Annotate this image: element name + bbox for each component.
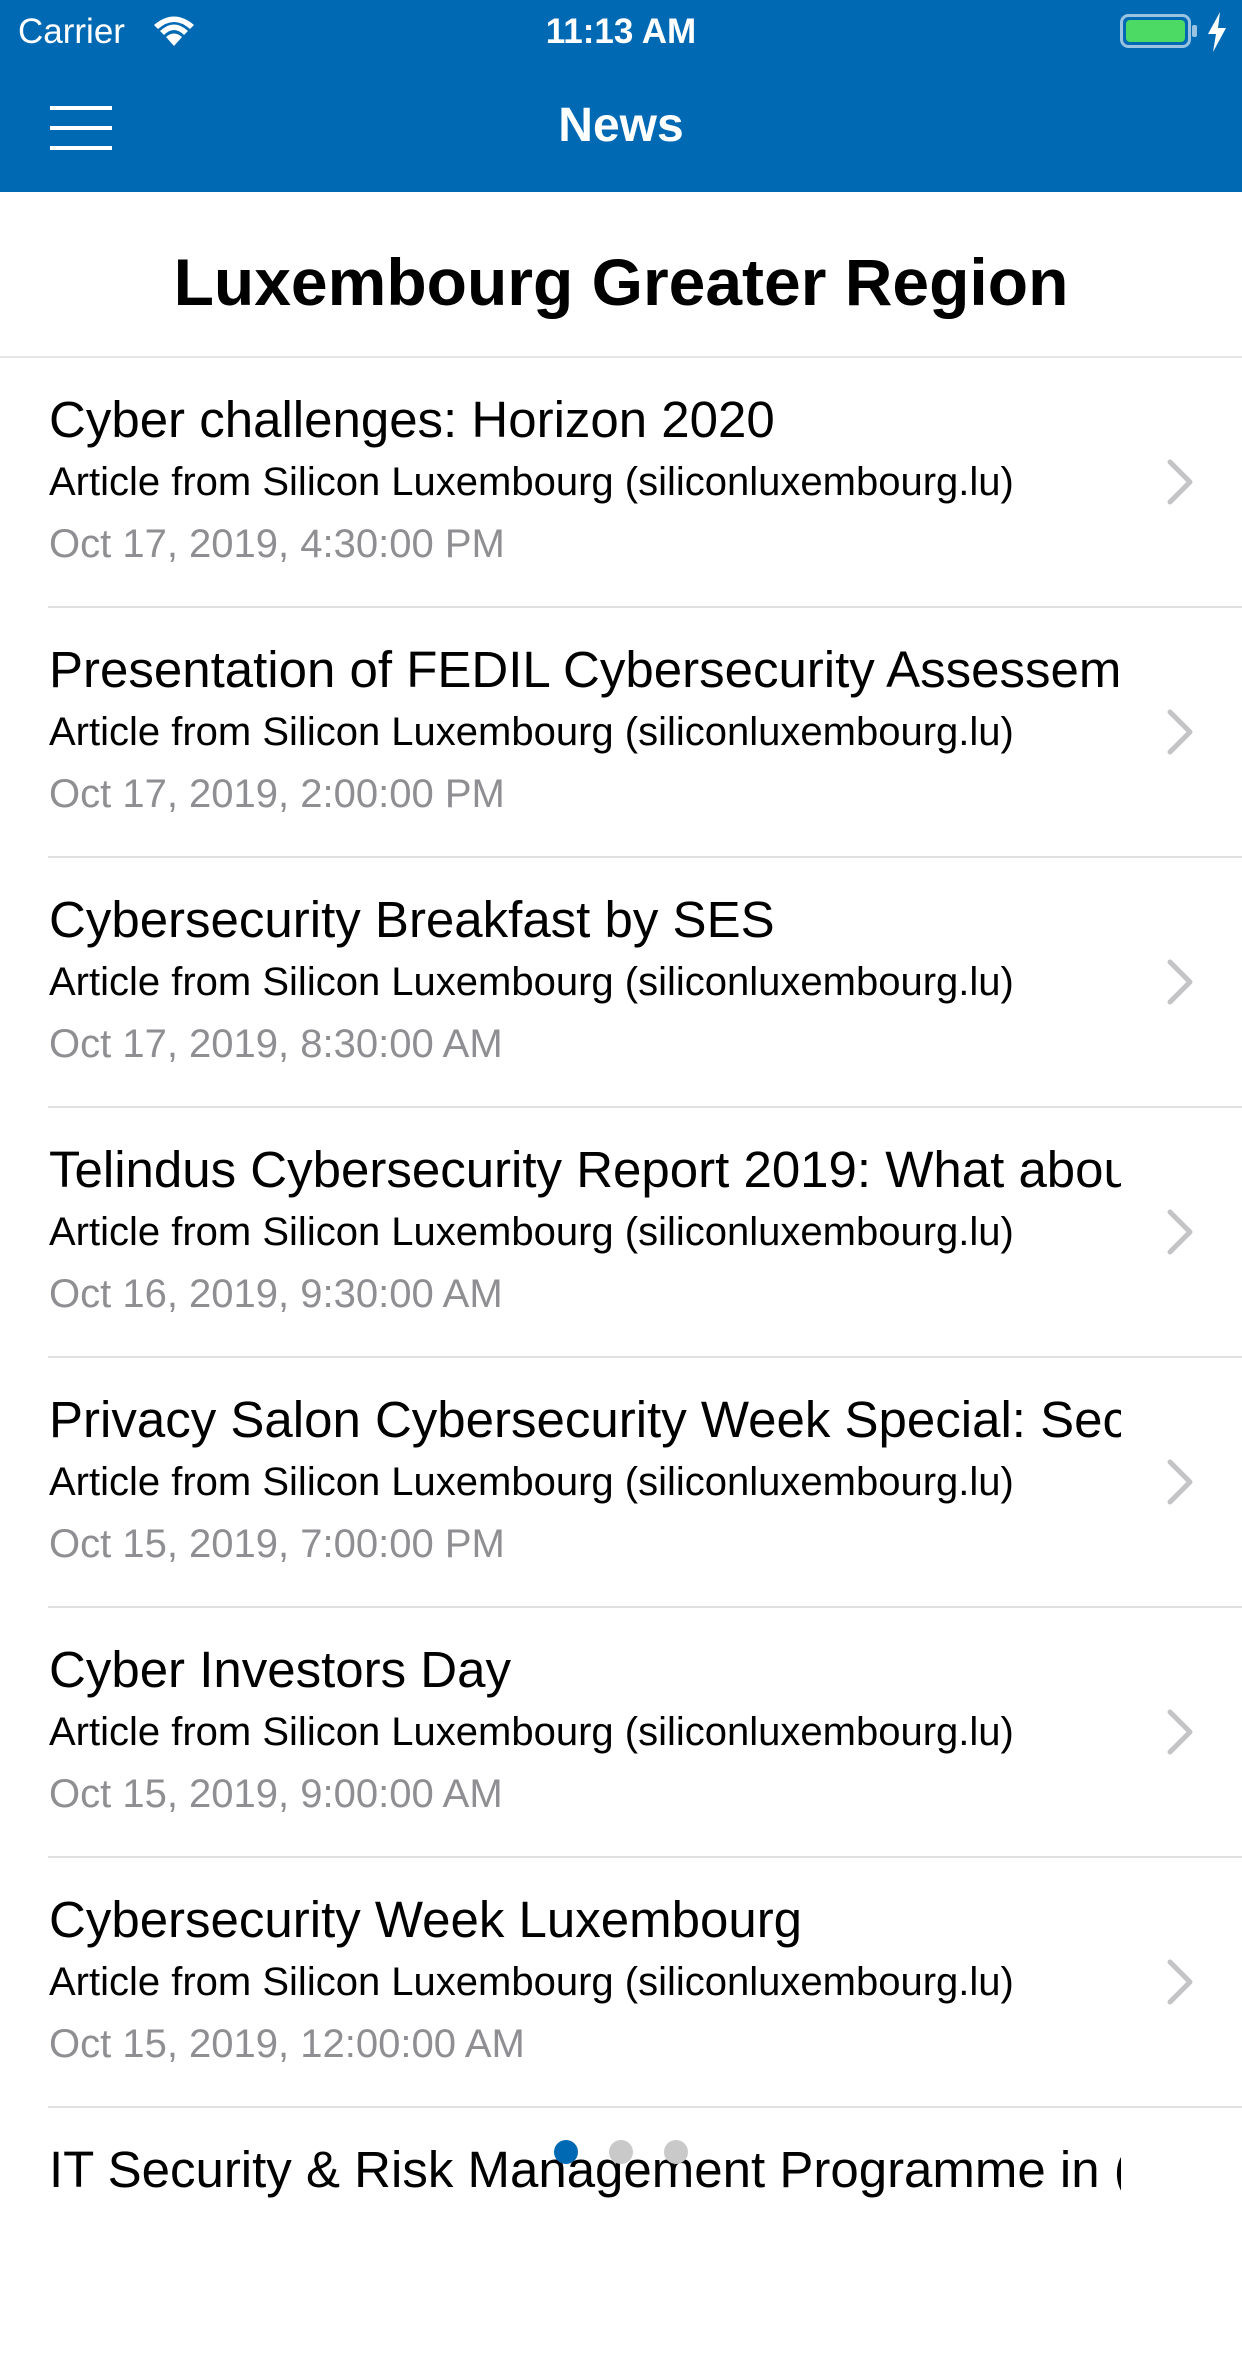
battery-icon bbox=[1120, 14, 1197, 48]
news-list-item[interactable]: Privacy Salon Cybersecurity Week Special… bbox=[48, 1358, 1242, 1608]
news-item-title: Cyber Investors Day bbox=[49, 1641, 511, 1698]
news-list-item[interactable]: Telindus Cybersecurity Report 2019: What… bbox=[48, 1108, 1242, 1358]
news-item-source: Article from Silicon Luxembourg (silicon… bbox=[49, 1960, 1014, 2004]
charging-bolt-icon bbox=[1208, 12, 1226, 52]
page-title: Luxembourg Greater Region bbox=[173, 245, 1069, 319]
chevron-right-icon bbox=[1167, 1459, 1193, 1505]
battery-level bbox=[1126, 20, 1185, 42]
chevron-right-icon bbox=[1167, 1959, 1193, 2005]
news-item-date: Oct 17, 2019, 4:30:00 PM bbox=[49, 522, 505, 566]
news-item-title: Telindus Cybersecurity Report 2019: What… bbox=[49, 1141, 1121, 1198]
news-item-source: Article from Silicon Luxembourg (silicon… bbox=[49, 1710, 1014, 1754]
news-item-date: Oct 15, 2019, 9:00:00 AM bbox=[49, 1772, 503, 1816]
news-item-title: Presentation of FEDIL Cybersecurity Asse… bbox=[49, 641, 1121, 698]
chevron-right-icon bbox=[1167, 959, 1193, 1005]
nav-title: News bbox=[558, 99, 684, 152]
chevron-right-icon bbox=[1167, 459, 1193, 505]
news-item-source: Article from Silicon Luxembourg (silicon… bbox=[49, 460, 1014, 504]
chevron-right-icon bbox=[1167, 1209, 1193, 1255]
news-item-date: Oct 15, 2019, 7:00:00 PM bbox=[49, 1522, 505, 1566]
status-time: 11:13 AM bbox=[545, 12, 697, 51]
page-dot-active[interactable] bbox=[554, 2140, 578, 2164]
news-item-source: Article from Silicon Luxembourg (silicon… bbox=[49, 710, 1014, 754]
news-item-source: Article from Silicon Luxembourg (silicon… bbox=[49, 960, 1014, 1004]
news-item-title: Privacy Salon Cybersecurity Week Special… bbox=[49, 1391, 1121, 1448]
news-item-date: Oct 17, 2019, 2:00:00 PM bbox=[49, 772, 505, 816]
news-list-item[interactable]: Presentation of FEDIL Cybersecurity Asse… bbox=[48, 608, 1242, 858]
news-item-title: Cybersecurity Breakfast by SES bbox=[49, 891, 775, 948]
news-list-item[interactable]: Cybersecurity Week Luxembourg Article fr… bbox=[48, 1858, 1242, 2108]
news-item-date: Oct 15, 2019, 12:00:00 AM bbox=[49, 2022, 525, 2066]
news-item-date: Oct 16, 2019, 9:30:00 AM bbox=[49, 1272, 503, 1316]
news-list-item[interactable]: Cybersecurity Breakfast by SES Article f… bbox=[48, 858, 1242, 1108]
news-list-item[interactable]: Cyber challenges: Horizon 2020 Article f… bbox=[48, 358, 1242, 608]
news-item-source: Article from Silicon Luxembourg (silicon… bbox=[49, 1210, 1014, 1254]
page-indicator[interactable] bbox=[0, 2140, 1242, 2166]
page-header: Luxembourg Greater Region bbox=[0, 192, 1242, 358]
chevron-right-icon bbox=[1167, 709, 1193, 755]
navigation-bar: Carrier 11:13 AM News bbox=[0, 0, 1242, 192]
page-dot[interactable] bbox=[664, 2140, 688, 2164]
news-item-source: Article from Silicon Luxembourg (silicon… bbox=[49, 1460, 1014, 1504]
news-list: Cyber challenges: Horizon 2020 Article f… bbox=[0, 358, 1242, 2356]
news-item-date: Oct 17, 2019, 8:30:00 AM bbox=[49, 1022, 503, 1066]
news-item-title: Cyber challenges: Horizon 2020 bbox=[49, 391, 775, 448]
chevron-right-icon bbox=[1167, 1709, 1193, 1755]
page-dot[interactable] bbox=[609, 2140, 633, 2164]
news-list-item[interactable]: Cyber Investors Day Article from Silicon… bbox=[48, 1608, 1242, 1858]
news-item-title: Cybersecurity Week Luxembourg bbox=[49, 1891, 803, 1948]
